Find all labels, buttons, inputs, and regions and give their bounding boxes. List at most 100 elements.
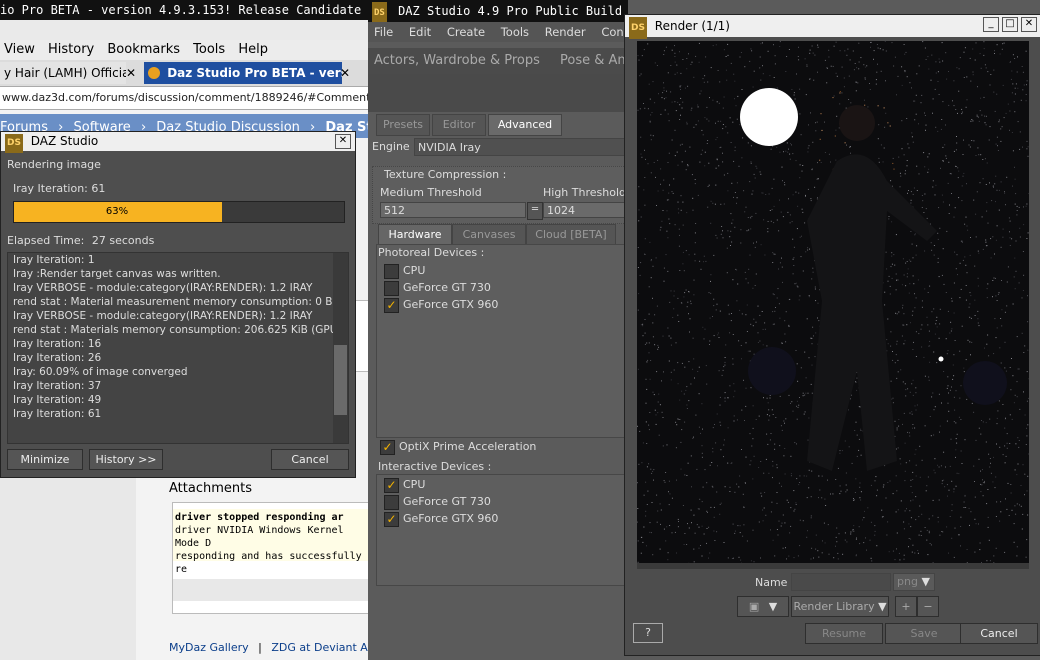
menu-view[interactable]: View	[4, 42, 35, 57]
daz-menubar: File Edit Create Tools Render Connect W	[368, 22, 628, 42]
log-line: Iray :Render target canvas was written.	[13, 268, 221, 280]
status-text: Rendering image	[7, 158, 101, 171]
log-line: Iray VERBOSE - module:category(IRAY:REND…	[13, 310, 313, 322]
maximize-window-button[interactable]: □	[1002, 17, 1018, 32]
log-line: Iray Iteration: 26	[13, 352, 102, 364]
minimize-button[interactable]: Minimize	[7, 449, 83, 470]
minimize-window-button[interactable]: _	[983, 17, 999, 32]
optix-label: OptiX Prime Acceleration	[399, 440, 537, 453]
tab-canvases[interactable]: Canvases	[452, 224, 526, 246]
render-library-button[interactable]: Render Library ▼	[791, 596, 889, 617]
log-line: Iray Iteration: 49	[13, 394, 102, 406]
picture-icon: ▣	[748, 600, 760, 613]
checkbox-photoreal-gt730[interactable]	[384, 281, 399, 296]
dropdown-arrow-icon: ▼	[921, 575, 930, 588]
browser-spacer	[0, 20, 368, 40]
menu-bookmarks[interactable]: Bookmarks	[107, 42, 180, 57]
question-icon[interactable]: ?	[633, 623, 663, 643]
menu-file[interactable]: File	[374, 25, 393, 39]
photoreal-devices-label: Photoreal Devices :	[378, 246, 485, 259]
engine-select[interactable]: NVIDIA Iray	[414, 138, 626, 156]
log-scrollbar[interactable]	[333, 253, 348, 443]
iteration-text: Iray Iteration: 61	[13, 182, 106, 195]
browser-tab-1[interactable]: y Hair (LAMH) Official ...	[0, 62, 126, 84]
menu-history[interactable]: History	[48, 42, 94, 57]
checkbox-photoreal-cpu[interactable]	[384, 264, 399, 279]
attachment-text: driver stopped responding ar driver NVID…	[173, 509, 368, 575]
log-line: Iray Iteration: 16	[13, 338, 102, 350]
history-button[interactable]: History >>	[89, 449, 163, 470]
slider-handle-icon[interactable]: ═	[527, 202, 543, 220]
post-fragment	[354, 300, 368, 372]
attachment-image[interactable]: driver stopped responding ar driver NVID…	[172, 502, 368, 614]
close-button[interactable]: ✕	[335, 134, 351, 149]
menu-render[interactable]: Render	[545, 25, 586, 39]
log-line: Iray VERBOSE - module:category(IRAY:REND…	[13, 282, 313, 294]
dialog-titlebar: DS DAZ Studio ✕	[1, 132, 355, 153]
high-threshold-field[interactable]: 1024	[543, 202, 628, 218]
checkbox-photoreal-gtx960[interactable]: ✓	[384, 298, 399, 313]
daz-title: DAZ Studio 4.9 Pro Public Build - IrayTe…	[398, 4, 628, 18]
menu-create[interactable]: Create	[447, 25, 485, 39]
checkbox-interactive-cpu[interactable]: ✓	[384, 478, 399, 493]
tab-advanced[interactable]: Advanced	[488, 114, 562, 136]
menu-help[interactable]: Help	[238, 42, 268, 57]
close-icon[interactable]: ✕	[126, 66, 136, 80]
ds-logo-icon: DS	[5, 134, 23, 153]
canvas-scrollbar[interactable]	[637, 563, 1029, 569]
format-select[interactable]: png ▼	[893, 573, 935, 591]
render-name-field[interactable]	[791, 573, 891, 591]
tab-cloud-beta[interactable]: Cloud [BETA]	[526, 224, 616, 246]
resume-button[interactable]: Resume	[805, 623, 883, 644]
menu-tools[interactable]: Tools	[501, 25, 529, 39]
elapsed-label: Elapsed Time:	[7, 234, 85, 247]
checkbox-optix-prime[interactable]: ✓	[380, 440, 395, 455]
ds-logo-icon: DS	[372, 2, 387, 22]
render-window: DS Render (1/1) _ □ ✕ Name : png ▼ ▣ ▼ R…	[624, 14, 1040, 656]
tab-pose-animate[interactable]: Pose & An	[560, 48, 626, 74]
checkbox-interactive-gt730[interactable]	[384, 495, 399, 510]
browser-tab-2[interactable]: Daz Studio Pro BETA - versio...	[144, 62, 342, 84]
device-label: CPU	[403, 264, 426, 277]
tab-actors-wardrobe-props[interactable]: Actors, Wardrobe & Props	[374, 48, 540, 74]
browser-tabstrip: y Hair (LAMH) Official ... ✕ Daz Studio …	[0, 60, 368, 86]
render-canvas[interactable]	[637, 41, 1029, 563]
link-deviant-art[interactable]: ZDG at Deviant Art	[271, 641, 368, 654]
engine-label: Engine :	[372, 140, 417, 153]
ds-logo-icon: DS	[629, 17, 647, 39]
checkbox-interactive-gtx960[interactable]: ✓	[384, 512, 399, 527]
cancel-button[interactable]: Cancel	[271, 449, 349, 470]
render-image	[637, 41, 1029, 563]
progress-bar: 63%	[13, 201, 345, 223]
log-line: Iray: 60.09% of image converged	[13, 366, 188, 378]
texture-compression-label: Texture Compression :	[384, 168, 507, 181]
remove-button[interactable]: −	[917, 596, 939, 617]
device-label: GeForce GTX 960	[403, 298, 499, 311]
log-line: rend stat : Material measurement memory …	[13, 296, 349, 308]
log-line: Iray Iteration: 61	[13, 408, 102, 420]
link-mydaz-gallery[interactable]: MyDaz Gallery	[169, 641, 249, 654]
menu-tools[interactable]: Tools	[193, 42, 225, 57]
save-button[interactable]: Save	[885, 623, 963, 644]
tab-editor[interactable]: Editor	[432, 114, 486, 136]
menu-edit[interactable]: Edit	[409, 25, 431, 39]
url-bar[interactable]: www.daz3d.com/forums/discussion/comment/…	[0, 86, 368, 110]
close-window-button[interactable]: ✕	[1021, 17, 1037, 32]
add-button[interactable]: +	[895, 596, 917, 617]
tab-label: Daz Studio Pro BETA - versio...	[167, 66, 342, 80]
image-menu-button[interactable]: ▣ ▼	[737, 596, 789, 617]
render-log[interactable]: Iray Iteration: 1 Iray :Render target ca…	[7, 252, 349, 444]
render-cancel-button[interactable]: Cancel	[960, 623, 1038, 644]
device-label: GeForce GT 730	[403, 495, 491, 508]
tab-hardware[interactable]: Hardware	[378, 224, 452, 246]
tab-label: y Hair (LAMH) Official ...	[4, 66, 126, 80]
browser-title: io Pro BETA - version 4.9.3.153! Release…	[0, 0, 368, 20]
name-label: Name :	[755, 576, 795, 589]
elapsed-time: Elapsed Time: 27 seconds	[7, 234, 154, 247]
close-icon[interactable]: ✕	[340, 66, 350, 80]
tab-presets[interactable]: Presets	[376, 114, 430, 136]
device-label: GeForce GT 730	[403, 281, 491, 294]
medium-threshold-field[interactable]: 512	[380, 202, 526, 218]
medium-threshold-label: Medium Threshold	[380, 186, 482, 199]
scroll-thumb[interactable]	[334, 345, 347, 415]
